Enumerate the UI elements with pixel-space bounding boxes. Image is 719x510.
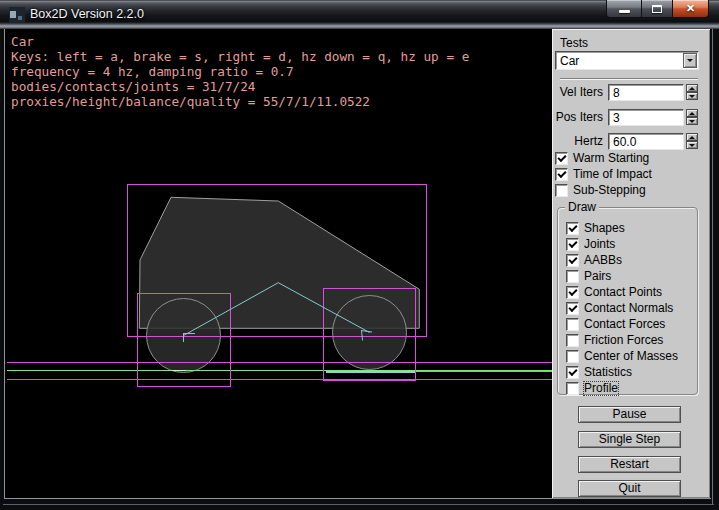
maximize-button[interactable] [642, 0, 672, 18]
window: Box2D Version 2.2.0 ✕ CarKe [0, 0, 719, 510]
joints-checkbox[interactable] [566, 238, 579, 251]
statistics-checkbox[interactable] [566, 366, 579, 379]
tests-label: Tests [560, 37, 588, 50]
frame-gloss [3, 504, 714, 505]
close-button[interactable]: ✕ [672, 0, 709, 18]
vel-iters-up-button[interactable] [686, 84, 698, 92]
contact-points-label[interactable]: Contact Points [584, 286, 662, 299]
hertz-field[interactable]: 60.0 [608, 133, 684, 150]
quit-button[interactable]: Quit [578, 480, 681, 497]
arrow-down-icon [689, 120, 695, 123]
shapes-checkbox[interactable] [566, 222, 579, 235]
pos-iters-down-button[interactable] [686, 117, 698, 125]
joints-label[interactable]: Joints [584, 238, 615, 251]
hud-text: CarKeys: left = a, brake = s, right = d,… [11, 34, 469, 109]
hud-line: proxies/height/balance/quality = 55/7/1/… [11, 94, 469, 109]
pos-iters-field[interactable]: 3 [608, 109, 684, 126]
profile-checkbox[interactable] [566, 382, 579, 395]
caption-buttons: ✕ [606, 0, 709, 19]
hertz-label: Hertz [538, 135, 603, 148]
aabbs-checkbox[interactable] [566, 254, 579, 267]
draw-group-title: Draw [565, 201, 599, 213]
contact-normals-checkbox[interactable] [566, 302, 579, 315]
center-of-masses-checkbox[interactable] [566, 350, 579, 363]
pause-button[interactable]: Pause [578, 406, 681, 423]
hud-line: Keys: left = a, brake = s, right = d, hz… [11, 49, 469, 64]
tests-dropdown[interactable]: Car [555, 51, 699, 70]
hertz-spinner [686, 133, 698, 150]
pos-iters-label: Pos Iters [538, 111, 603, 124]
arrow-down-icon [689, 144, 695, 147]
contact-points-checkbox[interactable] [566, 286, 579, 299]
hertz-up-button[interactable] [686, 133, 698, 141]
tests-dropdown-value: Car [560, 54, 579, 68]
arrow-up-icon [689, 136, 695, 139]
arrow-up-icon [689, 87, 695, 90]
arrow-up-icon [689, 112, 695, 115]
minimize-icon [619, 10, 630, 13]
tests-dropdown-button[interactable] [683, 53, 697, 68]
hud-line: Car [11, 34, 469, 49]
vel-iters-spinner [686, 84, 698, 101]
time-of-impact-label[interactable]: Time of Impact [573, 168, 652, 181]
contact-normals-label[interactable]: Contact Normals [584, 302, 673, 315]
chevron-down-icon [687, 59, 693, 62]
friction-forces-label[interactable]: Friction Forces [584, 334, 663, 347]
warm-starting-checkbox[interactable] [555, 152, 568, 165]
shapes-label[interactable]: Shapes [584, 222, 625, 235]
aabbs-label[interactable]: AABBs [584, 254, 622, 267]
time-of-impact-checkbox[interactable] [555, 168, 568, 181]
contact-forces-label[interactable]: Contact Forces [584, 318, 665, 331]
frame-edge-right [712, 29, 713, 505]
vel-iters-down-button[interactable] [686, 92, 698, 100]
vel-iters-label: Vel Iters [538, 86, 603, 99]
app-icon [9, 7, 25, 23]
minimize-button[interactable] [606, 0, 642, 18]
sub-stepping-label[interactable]: Sub-Stepping [573, 184, 646, 197]
pairs-checkbox[interactable] [566, 270, 579, 283]
vel-iters-field[interactable]: 8 [608, 84, 684, 101]
friction-forces-checkbox[interactable] [566, 334, 579, 347]
pos-iters-up-button[interactable] [686, 109, 698, 117]
hud-line: frequency = 4 hz, damping ratio = 0.7 [11, 64, 469, 79]
pairs-label[interactable]: Pairs [584, 270, 611, 283]
pos-iters-spinner [686, 109, 698, 126]
separator [560, 78, 698, 80]
contact-forces-checkbox[interactable] [566, 318, 579, 331]
physics-canvas[interactable]: CarKeys: left = a, brake = s, right = d,… [5, 29, 552, 498]
maximize-icon [652, 5, 662, 13]
hertz-down-button[interactable] [686, 141, 698, 149]
profile-label[interactable]: Profile [584, 382, 618, 395]
restart-button[interactable]: Restart [578, 456, 681, 473]
sub-stepping-checkbox[interactable] [555, 184, 568, 197]
window-title: Box2D Version 2.2.0 [30, 7, 144, 21]
statistics-label[interactable]: Statistics [584, 366, 632, 379]
frame-edge-left [4, 29, 5, 499]
hud-line: bodies/contacts/joints = 31/7/24 [11, 79, 469, 94]
center-of-masses-label[interactable]: Center of Masses [584, 350, 678, 363]
frame-edge-bottom [4, 498, 711, 499]
single-step-button[interactable]: Single Step [578, 431, 681, 448]
close-icon: ✕ [673, 2, 708, 15]
warm-starting-label[interactable]: Warm Starting [573, 152, 649, 165]
titlebar[interactable]: Box2D Version 2.2.0 ✕ [0, 0, 719, 29]
arrow-down-icon [689, 95, 695, 98]
